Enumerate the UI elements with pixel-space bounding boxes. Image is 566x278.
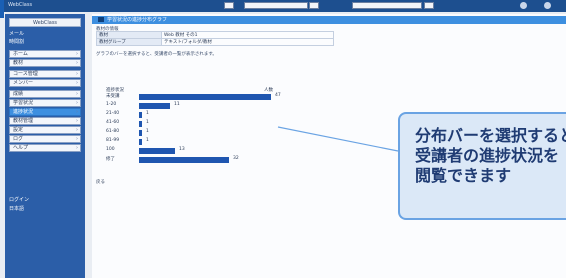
callout-box: 分布バーを選択すると 受講者の進捗状況を 閲覧できます [398, 112, 566, 220]
callout-line [277, 126, 399, 152]
callout-line-2: 閲覧できます [415, 166, 512, 185]
callout-line-0: 分布バーを選択すると [415, 126, 566, 145]
callout-line-1: 受講者の進捗状況を [415, 146, 560, 165]
